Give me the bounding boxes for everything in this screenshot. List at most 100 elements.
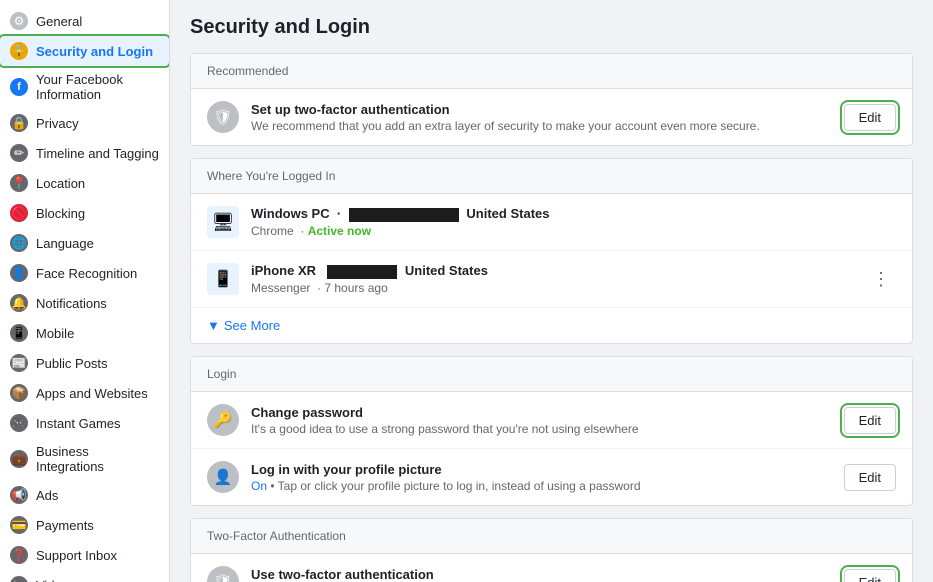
sidebar-item-mobile-label: Mobile xyxy=(36,326,74,341)
sidebar-item-privacy[interactable]: 🔒 Privacy xyxy=(0,108,169,138)
location-icon: 📍 xyxy=(10,174,28,192)
logged-in-section: Where You're Logged In 🖥 Windows PC · Un… xyxy=(190,158,913,344)
sidebar-item-timeline[interactable]: ✏ Timeline and Tagging xyxy=(0,138,169,168)
videos-icon: ▶ xyxy=(10,576,28,582)
three-dots-icon[interactable]: ⋮ xyxy=(866,265,896,294)
sidebar-item-general-label: General xyxy=(36,14,82,29)
sidebar-item-privacy-label: Privacy xyxy=(36,116,79,131)
privacy-icon: 🔒 xyxy=(10,114,28,132)
change-password-title: Change password xyxy=(251,405,832,420)
recommended-section: Recommended 🛡 Set up two-factor authenti… xyxy=(190,53,913,146)
sidebar-item-security[interactable]: 🔒 Security and Login xyxy=(0,36,169,66)
shield2-icon: 🛡 xyxy=(207,566,239,582)
face-icon: 👤 xyxy=(10,264,28,282)
ads-icon: 📢 xyxy=(10,486,28,504)
blocking-icon: 🚫 xyxy=(10,204,28,222)
mobile-icon: 📱 xyxy=(10,324,28,342)
sidebar-item-location[interactable]: 📍 Location xyxy=(0,168,169,198)
use-two-factor-title: Use two-factor authentication xyxy=(251,567,832,582)
profile-icon: 👤 xyxy=(207,461,239,493)
language-icon: 🌐 xyxy=(10,234,28,252)
sidebar-item-support[interactable]: ❓ Support Inbox xyxy=(0,540,169,570)
sidebar-item-videos[interactable]: ▶ Videos xyxy=(0,570,169,582)
sidebar-item-security-label: Security and Login xyxy=(36,44,153,59)
sidebar-item-support-label: Support Inbox xyxy=(36,548,117,563)
profile-picture-login-edit-button[interactable]: Edit xyxy=(844,464,896,491)
sidebar: ⚙ General 🔒 Security and Login f Your Faceboo… xyxy=(0,0,170,582)
sidebar-item-apps[interactable]: 📦 Apps and Websites xyxy=(0,378,169,408)
profile-picture-login-title: Log in with your profile picture xyxy=(251,462,832,477)
posts-icon: 📰 xyxy=(10,354,28,372)
use-two-factor-edit-button[interactable]: Edit xyxy=(844,569,896,582)
iphone-xr-item: 📱 iPhone XR United States Messenger · 7 … xyxy=(191,251,912,308)
main-content: Security and Login Recommended 🛡 Set up … xyxy=(170,0,933,582)
change-password-item: 🔑 Change password It's a good idea to us… xyxy=(191,392,912,449)
games-icon: 🎮 xyxy=(10,414,28,432)
login-header: Login xyxy=(191,357,912,392)
sidebar-item-payments-label: Payments xyxy=(36,518,94,533)
timeline-icon: ✏ xyxy=(10,144,28,162)
two-factor-setup-subtitle: We recommend that you add an extra layer… xyxy=(251,119,832,133)
sidebar-item-timeline-label: Timeline and Tagging xyxy=(36,146,159,161)
sidebar-item-facebook-info-label: Your Facebook Information xyxy=(36,72,159,102)
security-icon: 🔒 xyxy=(10,42,28,60)
sidebar-item-business[interactable]: 💼 Business Integrations xyxy=(0,438,169,480)
phone-icon: 📱 xyxy=(207,263,239,295)
sidebar-item-notifications-label: Notifications xyxy=(36,296,107,311)
two-factor-section: Two-Factor Authentication 🛡 Use two-fact… xyxy=(190,518,913,582)
see-more-button[interactable]: ▼ See More xyxy=(191,308,912,343)
shield-icon: 🛡 xyxy=(207,101,239,133)
sidebar-item-general[interactable]: ⚙ General xyxy=(0,6,169,36)
windows-icon: 🖥 xyxy=(207,206,239,238)
general-icon: ⚙ xyxy=(10,12,28,30)
windows-redacted xyxy=(349,208,459,222)
two-factor-setup-edit-button[interactable]: Edit xyxy=(844,104,896,131)
support-icon: ❓ xyxy=(10,546,28,564)
login-section: Login 🔑 Change password It's a good idea… xyxy=(190,356,913,506)
sidebar-item-ads[interactable]: 📢 Ads xyxy=(0,480,169,510)
payments-icon: 💳 xyxy=(10,516,28,534)
sidebar-item-blocking[interactable]: 🚫 Blocking xyxy=(0,198,169,228)
change-password-edit-button[interactable]: Edit xyxy=(844,407,896,434)
windows-pc-title: Windows PC · United States xyxy=(251,206,896,222)
sidebar-item-blocking-label: Blocking xyxy=(36,206,85,221)
key-icon: 🔑 xyxy=(207,404,239,436)
logged-in-header: Where You're Logged In xyxy=(191,159,912,194)
windows-pc-subtitle: Chrome · Active now xyxy=(251,224,896,238)
change-password-subtitle: It's a good idea to use a strong passwor… xyxy=(251,422,832,436)
two-factor-setup-item: 🛡 Set up two-factor authentication We re… xyxy=(191,89,912,145)
sidebar-item-language[interactable]: 🌐 Language xyxy=(0,228,169,258)
iphone-xr-title: iPhone XR United States xyxy=(251,263,854,279)
sidebar-item-videos-label: Videos xyxy=(36,578,76,582)
iphone-redacted xyxy=(327,265,397,279)
facebook-info-icon: f xyxy=(10,78,28,96)
page-title: Security and Login xyxy=(190,16,913,39)
two-factor-header: Two-Factor Authentication xyxy=(191,519,912,554)
sidebar-item-posts-label: Public Posts xyxy=(36,356,108,371)
sidebar-item-face-label: Face Recognition xyxy=(36,266,137,281)
sidebar-item-face[interactable]: 👤 Face Recognition xyxy=(0,258,169,288)
sidebar-item-facebook-info[interactable]: f Your Facebook Information xyxy=(0,66,169,108)
use-two-factor-item: 🛡 Use two-factor authentication Log in w… xyxy=(191,554,912,582)
sidebar-item-language-label: Language xyxy=(36,236,94,251)
sidebar-item-ads-label: Ads xyxy=(36,488,58,503)
sidebar-item-payments[interactable]: 💳 Payments xyxy=(0,510,169,540)
two-factor-setup-title: Set up two-factor authentication xyxy=(251,102,832,117)
sidebar-item-games[interactable]: 🎮 Instant Games xyxy=(0,408,169,438)
sidebar-item-posts[interactable]: 📰 Public Posts xyxy=(0,348,169,378)
notifications-icon: 🔔 xyxy=(10,294,28,312)
chevron-down-icon: ▼ xyxy=(207,318,220,333)
iphone-xr-subtitle: Messenger · 7 hours ago xyxy=(251,281,854,295)
sidebar-item-games-label: Instant Games xyxy=(36,416,121,431)
windows-pc-item: 🖥 Windows PC · United States Chrome · Ac… xyxy=(191,194,912,251)
business-icon: 💼 xyxy=(10,450,28,468)
sidebar-item-location-label: Location xyxy=(36,176,85,191)
sidebar-item-mobile[interactable]: 📱 Mobile xyxy=(0,318,169,348)
sidebar-item-business-label: Business Integrations xyxy=(36,444,159,474)
recommended-header: Recommended xyxy=(191,54,912,89)
profile-picture-login-item: 👤 Log in with your profile picture On • … xyxy=(191,449,912,505)
profile-picture-login-subtitle: On • Tap or click your profile picture t… xyxy=(251,479,832,493)
sidebar-item-notifications[interactable]: 🔔 Notifications xyxy=(0,288,169,318)
apps-icon: 📦 xyxy=(10,384,28,402)
sidebar-item-apps-label: Apps and Websites xyxy=(36,386,148,401)
